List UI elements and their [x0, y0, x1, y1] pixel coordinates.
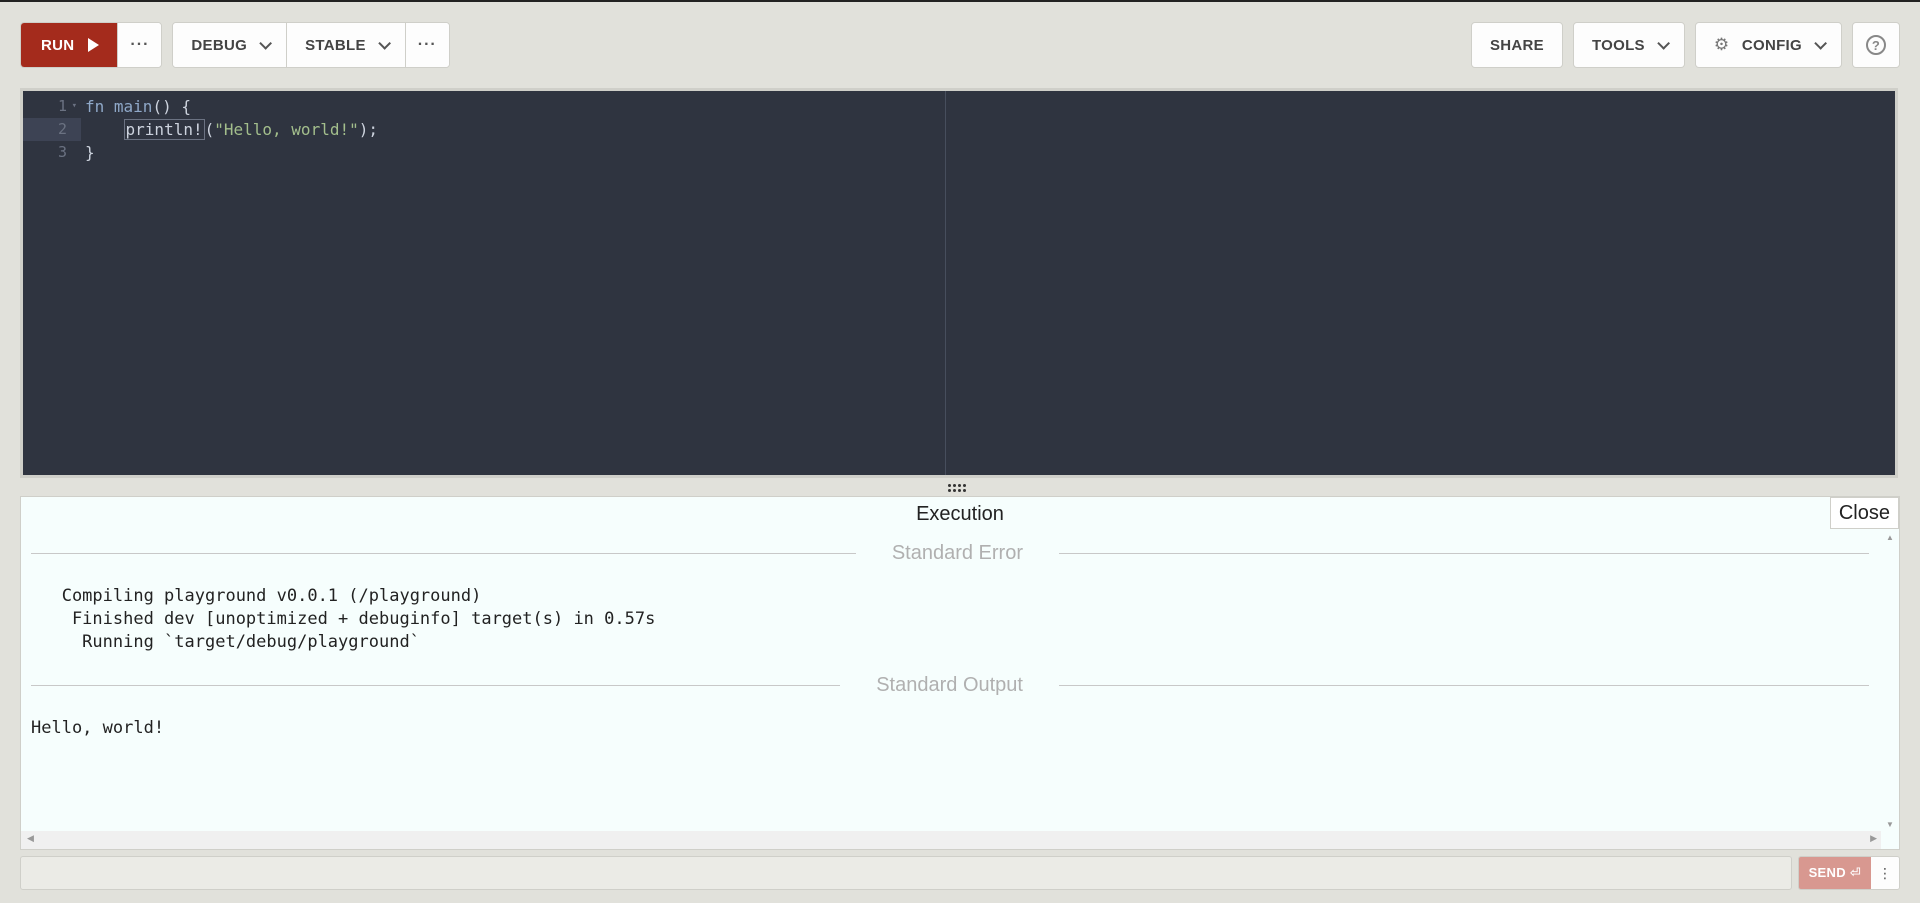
line-number: 3	[23, 141, 81, 164]
chevron-down-icon	[259, 36, 273, 50]
vertical-scrollbar[interactable]: ▲ ▼	[1881, 531, 1899, 831]
run-label: RUN	[41, 36, 75, 54]
line-number: 2	[23, 118, 81, 141]
share-label: SHARE	[1489, 36, 1544, 54]
resize-handle-icon[interactable]	[946, 482, 968, 494]
share-group: SHARE	[1470, 22, 1563, 68]
horizontal-scrollbar[interactable]: ◀ ▶	[21, 831, 1881, 849]
help-button[interactable]: ?	[1853, 23, 1899, 67]
code-editor[interactable]: 1 ▾ 2 3 fn main() { println! ("Hello, wor…	[20, 88, 1898, 478]
stdout-header: Standard Output	[31, 673, 1869, 697]
divider	[31, 552, 856, 554]
channel-dropdown[interactable]: STABLE	[286, 23, 405, 67]
macro-token: println!	[123, 119, 205, 140]
line-number-text: 3	[57, 143, 67, 161]
stdin-input[interactable]	[20, 856, 1792, 890]
advanced-options-button[interactable]: ···	[404, 23, 449, 67]
scroll-up-icon[interactable]: ▲	[1886, 533, 1894, 542]
kebab-icon[interactable]: ⋮	[1871, 857, 1899, 889]
toolbar: RUN ··· DEBUG STABLE ··· SHARE TOOLS ⚙ C…	[20, 22, 1900, 68]
punctuation-token: () {	[152, 97, 191, 116]
config-group: ⚙ CONFIG	[1694, 22, 1842, 68]
print-margin	[945, 91, 946, 475]
stdout-label: Standard Output	[876, 673, 1023, 696]
ellipsis-icon: ···	[417, 36, 437, 53]
code-content[interactable]: fn main() { println! ("Hello, world!"); }	[85, 95, 378, 164]
gear-icon: ⚙	[1713, 35, 1730, 54]
divider	[1059, 552, 1869, 554]
channel-label: STABLE	[305, 36, 366, 54]
send-button[interactable]: SEND ⏎	[1798, 857, 1871, 889]
run-button[interactable]: RUN	[21, 23, 118, 67]
tools-dropdown[interactable]: TOOLS	[1573, 23, 1684, 67]
send-group: SEND ⏎ ⋮	[1797, 856, 1900, 890]
toolbar-left: RUN ··· DEBUG STABLE ···	[20, 22, 450, 68]
stderr-label: Standard Error	[891, 541, 1023, 564]
punctuation-token: }	[85, 143, 95, 162]
chevron-down-icon	[378, 36, 391, 50]
output-panel: Execution Close Standard Error Compiling…	[20, 496, 1900, 850]
string-token: "Hello, world!"	[214, 120, 359, 139]
tools-label: TOOLS	[1591, 36, 1645, 54]
share-button[interactable]: SHARE	[1471, 23, 1562, 67]
code-line: }	[85, 141, 378, 164]
mode-dropdown[interactable]: DEBUG	[173, 23, 287, 67]
identifier-token: main	[104, 97, 153, 116]
code-line: println! ("Hello, world!");	[85, 118, 378, 141]
fold-arrow-icon[interactable]: ▾	[72, 95, 77, 118]
divider	[31, 684, 841, 686]
punctuation-token: );	[358, 120, 378, 139]
stdin-row: SEND ⏎ ⋮	[20, 856, 1900, 890]
stderr-text: Compiling playground v0.0.1 (/playground…	[61, 586, 656, 652]
line-number-text: 2	[57, 120, 67, 138]
config-dropdown[interactable]: ⚙ CONFIG	[1695, 23, 1841, 67]
indent-token	[85, 120, 124, 139]
play-icon	[88, 38, 100, 52]
close-button[interactable]: Close	[1829, 497, 1899, 529]
line-number-text: 1	[57, 97, 67, 115]
output-title: Execution	[916, 503, 1004, 525]
line-number: 1 ▾	[23, 95, 81, 118]
punctuation-token: (	[204, 120, 215, 139]
toolbar-right: SHARE TOOLS ⚙ CONFIG ?	[1470, 22, 1900, 68]
divider	[1059, 684, 1869, 686]
scroll-left-icon[interactable]: ◀	[27, 833, 34, 844]
line-gutter: 1 ▾ 2 3	[23, 95, 81, 164]
run-more-button[interactable]: ···	[117, 23, 162, 67]
code-line: fn main() {	[85, 95, 378, 118]
config-label: CONFIG	[1741, 36, 1802, 54]
help-icon: ?	[1866, 35, 1886, 55]
keyword-token: fn	[85, 97, 105, 116]
scroll-right-icon[interactable]: ▶	[1870, 833, 1877, 844]
chevron-down-icon	[1657, 36, 1670, 50]
mode-label: DEBUG	[191, 36, 248, 54]
run-group: RUN ···	[20, 22, 163, 68]
chevron-down-icon	[1814, 36, 1827, 50]
ellipsis-icon: ···	[130, 36, 150, 53]
build-options-group: DEBUG STABLE ···	[172, 22, 450, 68]
scroll-down-icon[interactable]: ▼	[1886, 820, 1894, 829]
tools-group: TOOLS	[1572, 22, 1685, 68]
stdout-text: Hello, world!	[31, 718, 165, 738]
help-group: ?	[1852, 22, 1900, 68]
stderr-header: Standard Error	[31, 541, 1869, 565]
